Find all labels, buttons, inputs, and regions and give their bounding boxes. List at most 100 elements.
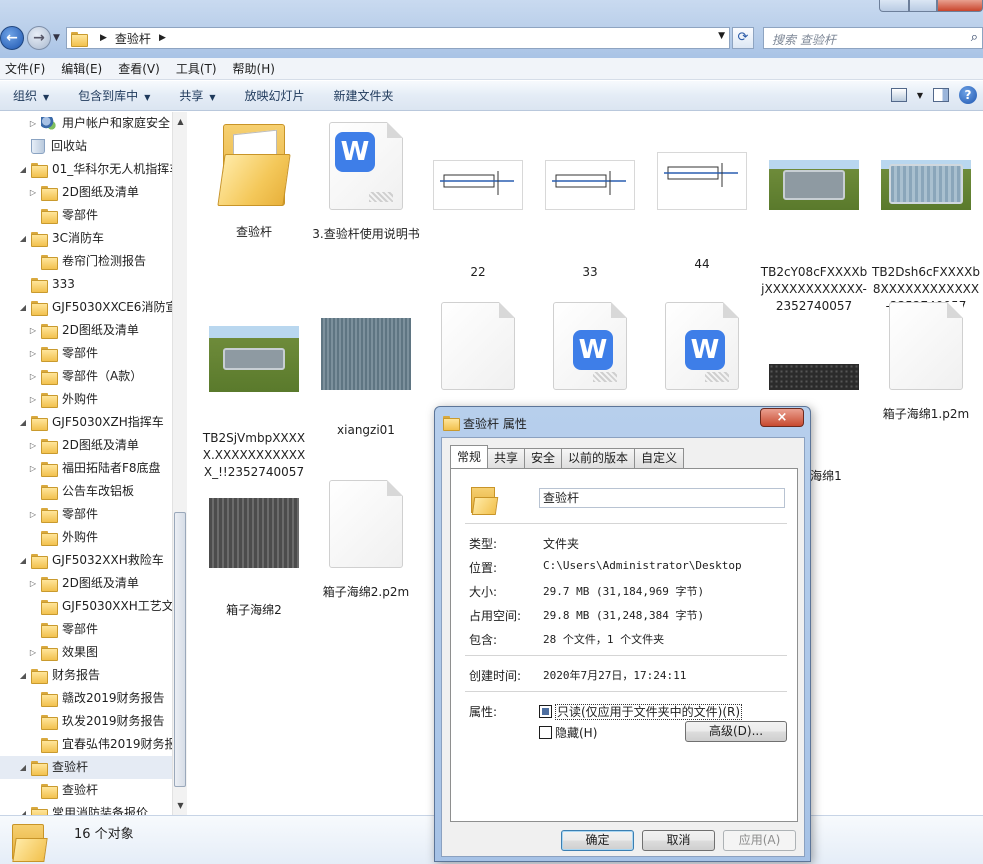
file-item[interactable]: W伸缩查验杆装配工艺 <box>648 292 756 423</box>
breadcrumb-arrow-icon[interactable]: ▶ <box>100 33 107 43</box>
tab-security[interactable]: 安全 <box>524 448 563 468</box>
file-item[interactable]: 33 <box>536 112 644 281</box>
breadcrumb-item[interactable]: 查验杆 <box>115 30 151 47</box>
scroll-down-icon[interactable]: ▼ <box>173 798 188 813</box>
tree-item[interactable]: ▷ 2D图纸及清单 <box>28 434 139 457</box>
file-item[interactable]: W 3.查验杆使用说明书 <box>312 112 420 243</box>
tree-item[interactable]: ▷ 零部件（A款） <box>28 365 142 388</box>
tree-item[interactable]: 回收站 <box>18 135 87 158</box>
collapse-arrow-icon[interactable]: ◢ <box>18 296 28 319</box>
address-bar[interactable]: ▶ 查验杆 ▶ ▼ <box>66 27 730 49</box>
apply-button[interactable]: 应用(A) <box>723 830 796 851</box>
menu-tools[interactable]: 工具(T) <box>176 60 217 77</box>
checkbox[interactable] <box>539 726 552 739</box>
tree-item[interactable]: 卷帘门检测报告 <box>28 250 146 273</box>
file-item[interactable]: 44 <box>648 112 756 273</box>
tree-item[interactable]: 333 <box>18 273 75 296</box>
preview-pane-icon[interactable] <box>933 88 949 102</box>
tree-item[interactable]: 查验杆 <box>28 779 98 802</box>
collapse-arrow-icon[interactable]: ◢ <box>18 756 28 779</box>
tree-item[interactable]: ◢ GJF5030XZH指挥车 <box>18 411 164 434</box>
expand-arrow-icon[interactable]: ▷ <box>28 112 38 135</box>
tree-item[interactable]: ◢ 3C消防车 <box>18 227 104 250</box>
tree-item[interactable]: ◢ 财务报告 <box>18 664 100 687</box>
expand-arrow-icon[interactable]: ▷ <box>28 641 38 664</box>
tree-item[interactable]: 公告车改铝板 <box>28 480 134 503</box>
chevron-down-icon[interactable]: ▼ <box>917 91 923 100</box>
file-item[interactable]: 22 <box>424 112 532 281</box>
tree-item[interactable]: ▷ 2D图纸及清单 <box>28 572 139 595</box>
include-library-button[interactable]: 包含到库中 ▼ <box>78 87 150 104</box>
file-item[interactable]: 箱子海绵1.p2m <box>872 292 980 423</box>
slideshow-button[interactable]: 放映幻灯片 <box>245 87 305 104</box>
file-item[interactable]: 查验杆 <box>200 112 308 241</box>
tree-item[interactable]: 零部件 <box>28 204 98 227</box>
tree-item[interactable]: 外购件 <box>28 526 98 549</box>
refresh-button[interactable]: ⟳ <box>732 27 754 49</box>
tree-item[interactable]: 零部件 <box>28 618 98 641</box>
tree-item[interactable]: ◢ 常用消防装备报价 <box>18 802 148 815</box>
expand-arrow-icon[interactable]: ▷ <box>28 342 38 365</box>
maximize-button[interactable] <box>909 0 937 12</box>
readonly-checkbox[interactable]: 只读(仅应用于文件夹中的文件)(R) <box>539 703 743 720</box>
folder-name-field[interactable]: 查验杆 <box>539 488 785 508</box>
tree-item[interactable]: 宜春弘伟2019财务报告 <box>28 733 186 756</box>
menu-file[interactable]: 文件(F) <box>5 60 45 77</box>
search-icon[interactable]: ⌕ <box>971 30 978 45</box>
file-item[interactable]: xiangzi01 <box>312 292 420 439</box>
minimize-button[interactable] <box>879 0 909 12</box>
collapse-arrow-icon[interactable]: ◢ <box>18 549 28 572</box>
chevron-down-icon[interactable]: ▼ <box>718 31 725 41</box>
collapse-arrow-icon[interactable]: ◢ <box>18 227 28 250</box>
tree-item[interactable]: ▷ 外购件 <box>28 388 98 411</box>
file-item[interactable]: xiangzi01.p2m <box>424 292 532 423</box>
recent-pages-dropdown[interactable]: ▼ <box>53 33 60 43</box>
tab-sharing[interactable]: 共享 <box>487 448 526 468</box>
expand-arrow-icon[interactable]: ▷ <box>28 503 38 526</box>
tree-item[interactable]: ▷ 用户帐户和家庭安全 <box>28 112 170 135</box>
tree-item[interactable]: ▷ 2D图纸及清单 <box>28 181 139 204</box>
expand-arrow-icon[interactable]: ▷ <box>28 181 38 204</box>
collapse-arrow-icon[interactable]: ◢ <box>18 411 28 434</box>
search-input[interactable]: 搜索 查验杆 ⌕ <box>763 27 983 49</box>
nav-scrollbar[interactable]: ▲ ▼ <box>172 112 187 815</box>
tree-item[interactable]: 玖发2019财务报告 <box>28 710 165 733</box>
dialog-close-button[interactable]: × <box>760 408 804 427</box>
expand-arrow-icon[interactable]: ▷ <box>28 572 38 595</box>
menu-view[interactable]: 查看(V) <box>118 60 160 77</box>
tree-item[interactable]: ◢ 查验杆 <box>0 756 172 779</box>
change-view-icon[interactable] <box>890 88 907 102</box>
tree-item[interactable]: ▷ 零部件 <box>28 342 98 365</box>
checkbox-partial[interactable] <box>539 705 552 718</box>
new-folder-button[interactable]: 新建文件夹 <box>334 87 394 104</box>
scroll-thumb[interactable] <box>174 512 186 787</box>
tab-previous-versions[interactable]: 以前的版本 <box>561 448 636 468</box>
hidden-checkbox[interactable]: 隐藏(H) <box>539 724 597 741</box>
tree-item[interactable]: ▷ 零部件 <box>28 503 98 526</box>
expand-arrow-icon[interactable]: ▷ <box>28 434 38 457</box>
collapse-arrow-icon[interactable]: ◢ <box>18 802 28 815</box>
file-item[interactable]: TB2Dsh6cFXXXXb8XXXXXXXXXXXX-2352740057 <box>872 112 980 315</box>
expand-arrow-icon[interactable]: ▷ <box>28 365 38 388</box>
collapse-arrow-icon[interactable]: ◢ <box>18 664 28 687</box>
tree-item[interactable]: 赣改2019财务报告 <box>28 687 165 710</box>
back-button[interactable]: ← <box>0 26 24 50</box>
tab-customize[interactable]: 自定义 <box>634 448 685 468</box>
expand-arrow-icon[interactable]: ▷ <box>28 457 38 480</box>
organize-button[interactable]: 组织 ▼ <box>13 87 49 104</box>
scroll-up-icon[interactable]: ▲ <box>173 114 188 129</box>
file-item[interactable]: 箱子海绵2 <box>200 470 308 619</box>
menu-help[interactable]: 帮助(H) <box>233 60 275 77</box>
expand-arrow-icon[interactable]: ▷ <box>28 388 38 411</box>
tree-item[interactable]: ▷ 效果图 <box>28 641 98 664</box>
tree-item[interactable]: ◢ GJF5032XXH救险车（E <box>18 549 183 572</box>
file-item[interactable]: 箱子海绵2.p2m <box>312 470 420 601</box>
tab-general[interactable]: 常规 <box>450 445 489 468</box>
expand-arrow-icon[interactable]: ▷ <box>28 319 38 342</box>
collapse-arrow-icon[interactable]: ◢ <box>18 158 28 181</box>
share-button[interactable]: 共享 ▼ <box>179 87 215 104</box>
file-item[interactable]: TB2SjVmbpXXXXX.XXXXXXXXXXXX_!!2352740057 <box>200 292 308 481</box>
tree-item[interactable]: ◢ GJF5030XXCE6消防宣传 <box>18 296 186 319</box>
tree-item[interactable]: ▷ 2D图纸及清单 <box>28 319 139 342</box>
forward-button[interactable]: → <box>27 26 51 50</box>
